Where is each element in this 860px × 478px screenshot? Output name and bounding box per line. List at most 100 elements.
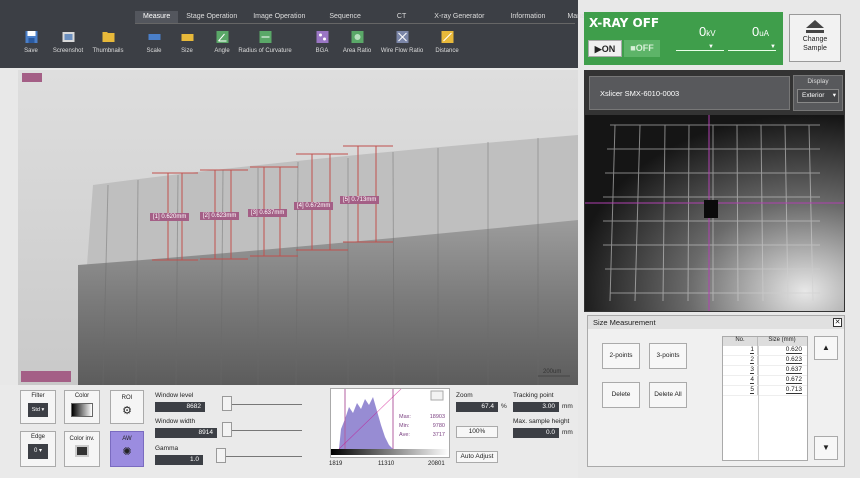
zoom-100-button[interactable]: 100% bbox=[456, 426, 498, 438]
roi-icon: ⚙ bbox=[122, 405, 132, 417]
hist-ave-value: 3717 bbox=[432, 432, 445, 438]
xray-image bbox=[18, 70, 578, 385]
display-label: Display bbox=[807, 78, 829, 85]
max-sample-height-value[interactable]: 0.0 bbox=[513, 428, 559, 438]
color-inv-button[interactable]: Color inv. bbox=[64, 431, 100, 467]
gamma-value[interactable]: 1.0 bbox=[155, 455, 203, 465]
camera-title: Xslicer SMX-6010-0003 bbox=[589, 76, 790, 110]
radius-icon bbox=[259, 31, 271, 43]
screenshot-button[interactable]: Screenshot bbox=[47, 27, 89, 65]
radius-of-curvature-button[interactable]: Radius of Curvature bbox=[232, 27, 298, 65]
row-size: 0.623 bbox=[785, 356, 802, 364]
menu-sequence[interactable]: Sequence bbox=[313, 11, 381, 23]
hist-ave-label: Ave: bbox=[399, 432, 410, 438]
histogram[interactable]: Max: Min: Ave: 18903 9780 3717 bbox=[330, 388, 450, 458]
chevron-down-icon: ▾ bbox=[832, 92, 836, 99]
window-level-value[interactable]: 8682 bbox=[155, 402, 205, 412]
table-row[interactable]: 4 0.672 bbox=[723, 376, 807, 386]
edge-select[interactable]: 0 ▾ bbox=[28, 444, 48, 459]
ua-dropdown-icon[interactable]: ▼ bbox=[770, 44, 776, 50]
table-row[interactable]: 1 0.620 bbox=[723, 346, 807, 356]
window-level-thumb[interactable] bbox=[222, 396, 232, 411]
aw-label: AW bbox=[122, 436, 132, 442]
row-size: 0.672 bbox=[785, 376, 802, 384]
color-inv-label: Color inv. bbox=[69, 436, 95, 442]
tracking-point-unit: mm bbox=[562, 403, 573, 410]
auto-window-button[interactable]: AW ✺ bbox=[110, 431, 144, 467]
filter-select[interactable]: Std ▾ bbox=[28, 403, 48, 417]
window-width-slider[interactable] bbox=[222, 430, 302, 431]
menu-xray-generator[interactable]: X-ray Generator bbox=[422, 11, 496, 23]
table-row[interactable]: 5 0.713 bbox=[723, 386, 807, 396]
xray-off-button[interactable]: ■OFF bbox=[624, 40, 660, 57]
edge-control[interactable]: Edge 0 ▾ bbox=[20, 431, 56, 467]
save-button[interactable]: Save bbox=[10, 27, 52, 65]
menu-stage-operation[interactable]: Stage Operation bbox=[178, 11, 245, 23]
kv-dropdown-icon[interactable]: ▼ bbox=[708, 44, 714, 50]
window-level-label: Window level bbox=[155, 392, 194, 399]
gamma-thumb[interactable] bbox=[216, 448, 226, 463]
menu-measure[interactable]: Measure bbox=[135, 11, 179, 23]
thumbnails-button[interactable]: Thumbnails bbox=[87, 27, 129, 65]
area-ratio-icon bbox=[351, 31, 363, 43]
size-table: No. Size (mm) 1 0.620 2 0.623 3 0.637 4 0.67… bbox=[722, 336, 808, 461]
measurement-label-3[interactable]: [3] 0.637mm bbox=[248, 209, 288, 217]
auto-adjust-button[interactable]: Auto Adjust bbox=[456, 451, 498, 463]
menu-divider bbox=[135, 23, 575, 24]
radius-label: Radius of Curvature bbox=[238, 48, 292, 54]
menu-bar: Measure Stage Operation Image Operation … bbox=[135, 11, 601, 23]
xray-off-label: OFF bbox=[635, 43, 654, 53]
ua-selector-line[interactable] bbox=[728, 50, 776, 51]
zoom-value[interactable]: 67.4 bbox=[456, 402, 498, 412]
hist-min-value: 9780 bbox=[432, 423, 445, 429]
close-icon[interactable]: ✕ bbox=[833, 318, 842, 327]
column-divider bbox=[758, 346, 759, 460]
measurement-label-5[interactable]: [5] 0.713mm bbox=[340, 196, 380, 204]
filter-control[interactable]: Filter Std ▾ bbox=[20, 390, 56, 424]
hist-min-label: Min: bbox=[399, 423, 410, 429]
roi-button[interactable]: ROI ⚙ bbox=[110, 390, 144, 424]
tracking-point-value[interactable]: 3.00 bbox=[513, 402, 559, 412]
auto-window-icon: ✺ bbox=[122, 446, 132, 458]
menu-image-operation[interactable]: Image Operation bbox=[245, 11, 313, 23]
display-selector[interactable]: Display Exterior ▾ bbox=[793, 75, 843, 111]
scale-bar-label: 200um bbox=[543, 369, 562, 375]
delete-button[interactable]: Delete bbox=[602, 382, 640, 408]
display-value: Exterior bbox=[802, 92, 825, 99]
camera-view[interactable] bbox=[585, 115, 844, 311]
hist-axis-mid: 11310 bbox=[378, 461, 395, 467]
xray-panel: X-RAY OFF ▶ON ■OFF 0kV 0uA ▼ ▼ bbox=[584, 12, 783, 65]
table-row[interactable]: 3 0.637 bbox=[723, 366, 807, 376]
chevron-down-icon: ▾ bbox=[41, 407, 45, 413]
kv-selector-line[interactable] bbox=[676, 50, 724, 51]
save-icon bbox=[25, 31, 37, 43]
scroll-up-button[interactable]: ▲ bbox=[814, 336, 838, 360]
color-control[interactable]: Color bbox=[64, 390, 100, 424]
measurement-label-1[interactable]: [1] 0.620mm bbox=[150, 213, 190, 221]
scroll-down-button[interactable]: ▼ bbox=[814, 436, 838, 460]
col-size-header: Size (mm) bbox=[768, 337, 796, 343]
change-sample-button[interactable]: Change Sample bbox=[789, 14, 841, 62]
roi-label: ROI bbox=[121, 395, 133, 401]
delete-all-button[interactable]: Delete All bbox=[649, 382, 687, 408]
window-width-thumb[interactable] bbox=[222, 422, 232, 437]
measurement-label-2[interactable]: [2] 0.623mm bbox=[200, 212, 240, 220]
measurement-label-4[interactable]: [4] 0.672mm bbox=[294, 202, 334, 210]
table-row[interactable]: 2 0.623 bbox=[723, 356, 807, 366]
wire-flow-ratio-button[interactable]: Wire Flow Ratio bbox=[376, 27, 428, 65]
distance-button[interactable]: Distance bbox=[426, 27, 468, 65]
menu-information[interactable]: Information bbox=[496, 11, 559, 23]
menu-ct[interactable]: CT bbox=[381, 11, 422, 23]
xray-on-button[interactable]: ▶ON bbox=[588, 40, 622, 57]
hist-max-label: Max: bbox=[399, 414, 411, 420]
area-ratio-button[interactable]: Area Ratio bbox=[336, 27, 378, 65]
gamma-slider[interactable] bbox=[216, 456, 302, 457]
three-points-button[interactable]: 3-points bbox=[649, 343, 687, 369]
xray-image-viewer[interactable]: [1] 0.620mm [2] 0.623mm [3] 0.637mm [4] … bbox=[18, 70, 578, 385]
zoom-unit: % bbox=[501, 403, 507, 410]
window-level-slider[interactable] bbox=[222, 404, 302, 405]
thumbnails-icon bbox=[102, 32, 114, 42]
two-points-button[interactable]: 2-points bbox=[602, 343, 640, 369]
window-width-value[interactable]: 8914 bbox=[155, 428, 217, 438]
play-icon: ▶ bbox=[594, 44, 602, 54]
